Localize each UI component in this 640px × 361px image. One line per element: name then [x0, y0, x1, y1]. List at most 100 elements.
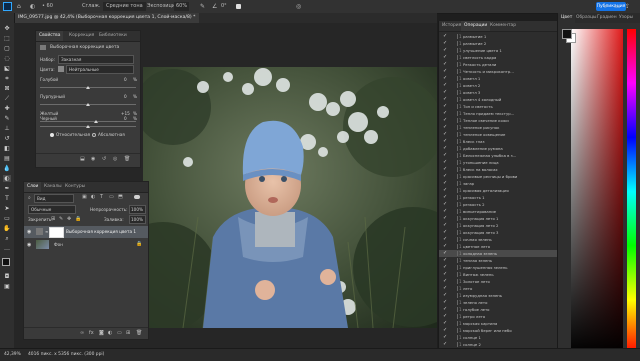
dialog-toggle[interactable] — [454, 202, 458, 207]
action-enabled-check-icon[interactable]: ✓ — [443, 82, 447, 89]
action-row[interactable]: ✓ 1 Резкость детали — [439, 61, 558, 68]
action-enabled-check-icon[interactable]: ✓ — [443, 236, 447, 243]
dialog-toggle[interactable] — [454, 237, 458, 242]
opacity-input[interactable]: 100% — [129, 205, 146, 214]
action-row[interactable]: ✓ 1 оккупация лето 2 — [439, 222, 558, 229]
action-row[interactable]: ✓ 1 ретро лето — [439, 313, 558, 320]
layer-row[interactable]: ◉ Фон 🔒 — [24, 239, 148, 251]
eyedropper-tool-icon[interactable]: ⟋ — [3, 95, 11, 102]
new-layer-icon[interactable]: ⊞ — [126, 330, 130, 336]
action-enabled-check-icon[interactable]: ✓ — [443, 201, 447, 208]
delete-icon[interactable]: 🗑 — [124, 156, 130, 162]
search-icon[interactable]: ⌕ — [604, 2, 607, 11]
action-enabled-check-icon[interactable]: ✓ — [443, 222, 447, 229]
dialog-toggle[interactable] — [454, 293, 458, 298]
tab-layers[interactable]: Слои — [24, 182, 42, 192]
action-name[interactable]: красивые ресницы и брови — [463, 173, 517, 180]
action-row[interactable]: ✓ 1 виньетирование — [439, 208, 558, 215]
action-name[interactable]: морская картина — [463, 320, 497, 327]
brush-size-preset[interactable]: • 60 — [42, 0, 53, 13]
cyan-slider-knob[interactable] — [86, 86, 90, 89]
action-enabled-check-icon[interactable]: ✓ — [443, 292, 447, 299]
action-row[interactable]: ✓ 1 размытие 2 — [439, 40, 558, 47]
foreground-color-chip[interactable] — [562, 29, 572, 39]
dialog-toggle[interactable] — [454, 83, 458, 88]
dialog-toggle[interactable] — [454, 279, 458, 284]
dialog-toggle[interactable] — [454, 244, 458, 249]
action-name[interactable]: лето — [463, 285, 472, 292]
action-row[interactable]: ✓ 1 лето — [439, 285, 558, 292]
absolute-radio[interactable] — [92, 133, 96, 137]
action-name[interactable]: виньетирование — [463, 208, 496, 215]
lock-all-icon[interactable]: 🔒 — [75, 216, 81, 222]
airbrush-icon[interactable]: ✎ — [200, 3, 205, 10]
dialog-toggle[interactable] — [454, 55, 458, 60]
action-row[interactable]: ✓ 1 красивая детализация — [439, 187, 558, 194]
action-name[interactable]: резкость 2 — [463, 201, 485, 208]
action-row[interactable]: ✓ 1 оккупация лето 3 — [439, 229, 558, 236]
hue-slider[interactable] — [627, 29, 636, 354]
healing-brush-tool-icon[interactable]: ✚ — [3, 105, 11, 112]
action-enabled-check-icon[interactable]: ✓ — [443, 327, 447, 334]
layer-name[interactable]: Фон — [54, 242, 63, 247]
dialog-toggle[interactable] — [454, 125, 458, 130]
dialog-toggle[interactable] — [454, 258, 458, 263]
action-name[interactable]: солнце 1 — [463, 334, 481, 341]
dodge-tool-icon[interactable]: ◐ — [3, 175, 11, 182]
brush-tool-icon[interactable]: ✎ — [3, 115, 11, 122]
action-row[interactable]: ✓ 1 светлость кадра — [439, 54, 558, 61]
action-name[interactable]: морской берег или небо — [463, 327, 512, 334]
layer-name[interactable]: Выборочная коррекция цвета 1 — [66, 229, 136, 234]
blend-mode-dropdown[interactable]: Обычные — [28, 205, 76, 214]
action-name[interactable]: оккупация лето 1 — [463, 215, 498, 222]
action-row[interactable]: ✓ 1 блеск глаз — [439, 138, 558, 145]
type-tool-icon[interactable]: T — [3, 195, 11, 202]
document-photo[interactable] — [143, 67, 437, 328]
action-row[interactable]: ✓ 1 тепленое рисунок — [439, 124, 558, 131]
action-row[interactable]: ✓ 1 теплая зелень — [439, 257, 558, 264]
screen-mode-icon[interactable]: ▣ — [3, 283, 11, 290]
action-enabled-check-icon[interactable]: ✓ — [443, 194, 447, 201]
action-name[interactable]: Теплое свечение кожи — [463, 117, 509, 124]
lock-paint-icon[interactable]: ✎ — [59, 216, 63, 222]
publish-button[interactable]: Публикация — [596, 2, 626, 11]
action-name[interactable]: блеск на волосах — [463, 166, 498, 173]
dialog-toggle[interactable] — [454, 300, 458, 305]
action-enabled-check-icon[interactable]: ✓ — [443, 320, 447, 327]
dialog-toggle[interactable] — [454, 223, 458, 228]
share-icon[interactable]: ⇪ — [625, 2, 630, 11]
visibility-icon[interactable]: ◎ — [113, 156, 117, 162]
action-row[interactable]: ✓ 1 осветл 2 — [439, 82, 558, 89]
eraser-tool-icon[interactable]: ◧ — [3, 145, 11, 152]
action-enabled-check-icon[interactable]: ✓ — [443, 47, 447, 54]
chain-icon[interactable]: ∞ — [45, 229, 48, 234]
action-enabled-check-icon[interactable]: ✓ — [443, 124, 447, 131]
action-name[interactable]: цветное лето — [463, 243, 490, 250]
action-row[interactable]: ✓ 1 Белоснежная улыбка в з... — [439, 152, 558, 159]
action-row[interactable]: ✓ 1 красивые ресницы и брови — [439, 173, 558, 180]
action-enabled-check-icon[interactable]: ✓ — [443, 96, 447, 103]
dialog-toggle[interactable] — [454, 321, 458, 326]
exposure-input[interactable]: 60% — [174, 2, 190, 11]
action-name[interactable]: холодная зелень — [463, 250, 497, 257]
artboard-tool-icon[interactable]: ⬚ — [3, 35, 11, 42]
magenta-value[interactable]: 0 — [124, 94, 127, 99]
dialog-toggle[interactable] — [454, 111, 458, 116]
action-enabled-check-icon[interactable]: ✓ — [443, 250, 447, 257]
action-row[interactable]: ✓ 1 морской берег или небо — [439, 327, 558, 334]
delete-layer-icon[interactable]: 🗑 — [136, 330, 142, 336]
action-enabled-check-icon[interactable]: ✓ — [443, 299, 447, 306]
action-name[interactable]: тепленое рисунок — [463, 124, 499, 131]
zoom-tool-icon[interactable]: ⌕ — [3, 235, 11, 242]
dialog-toggle[interactable] — [454, 335, 458, 340]
dialog-toggle[interactable] — [454, 104, 458, 109]
home-icon[interactable]: ⌂ — [17, 3, 21, 10]
action-name[interactable]: теплая зелень — [463, 257, 492, 264]
action-enabled-check-icon[interactable]: ✓ — [443, 117, 447, 124]
filter-adjust-icon[interactable]: ◐ — [91, 194, 95, 200]
filter-toggle[interactable] — [134, 195, 140, 199]
layer-row[interactable]: ◉ ∞ Выборочная коррекция цвета 1 — [24, 226, 148, 238]
dialog-toggle[interactable] — [454, 195, 458, 200]
action-name[interactable]: резкость 1 — [463, 194, 485, 201]
action-enabled-check-icon[interactable]: ✓ — [443, 173, 447, 180]
